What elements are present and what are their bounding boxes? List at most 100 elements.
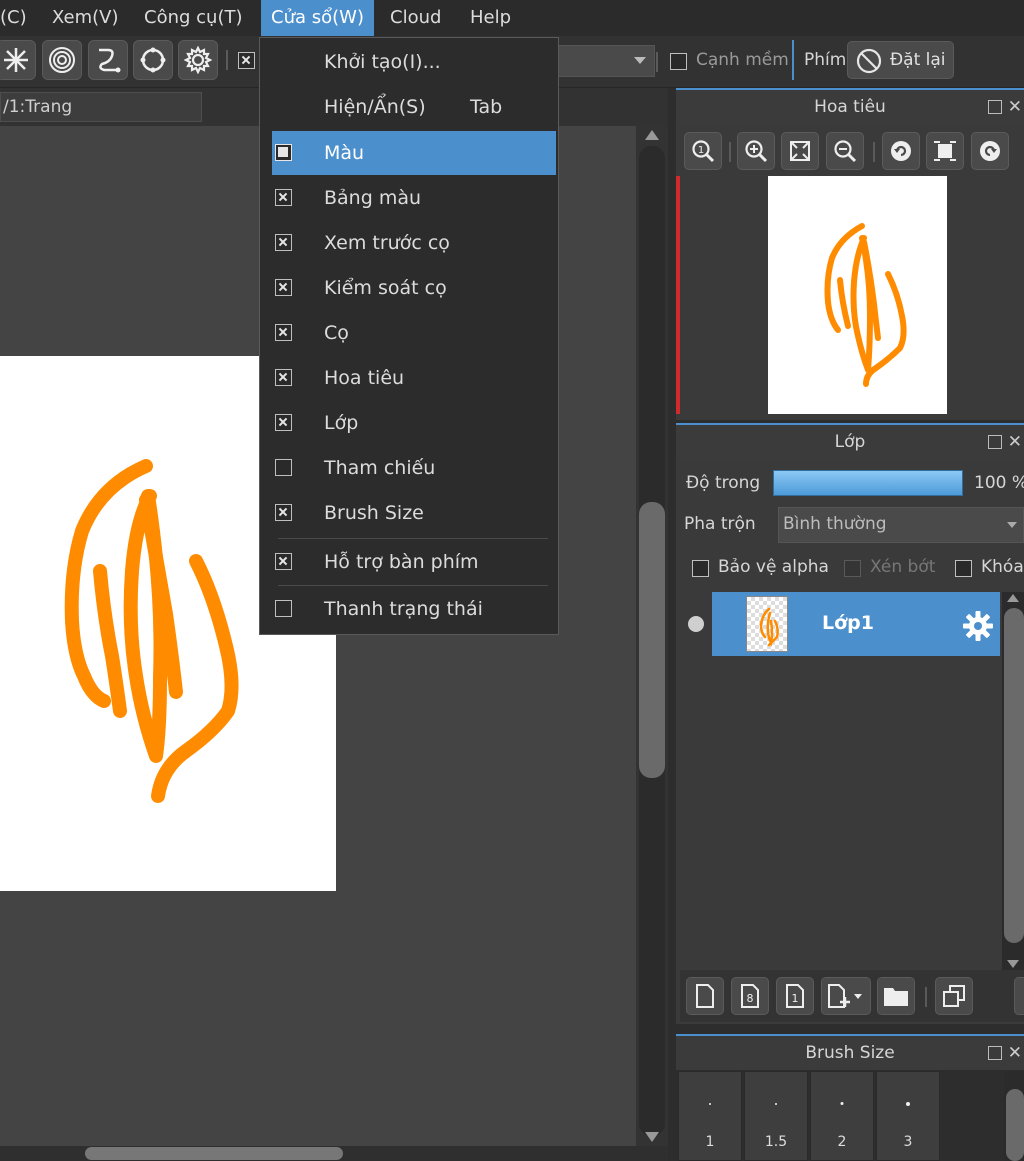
scroll-down-arrow-icon[interactable] [1007, 960, 1019, 968]
close-icon[interactable]: ✕ [1008, 425, 1022, 459]
layer-name[interactable]: Lớp1 [822, 612, 874, 634]
settings-button[interactable] [178, 40, 218, 80]
menu-item-brush[interactable]: Cọ [272, 311, 556, 355]
menu-item-show-hide[interactable]: Hiện/Ẩn(S) Tab [272, 85, 556, 129]
new-1bit-layer-button[interactable]: 1 [776, 977, 814, 1015]
navigator-title: Hoa tiêu [814, 97, 886, 117]
protect-alpha-checkbox[interactable] [692, 560, 709, 577]
popout-icon[interactable] [988, 100, 1002, 114]
opacity-label: Độ trong [686, 473, 761, 493]
brush-size-value: 3 [903, 1134, 913, 1150]
circle-guide-icon [140, 47, 166, 73]
curve-tool-button[interactable] [88, 40, 128, 80]
menu-item-color[interactable]: Màu [272, 131, 556, 175]
canvas-vertical-scrollbar[interactable] [636, 126, 668, 1146]
scroll-down-arrow-icon[interactable] [645, 1132, 659, 1142]
layer-visibility-toggle[interactable] [680, 592, 712, 656]
zoom-reset-button[interactable]: 1 [684, 132, 722, 170]
soft-edge-checkbox[interactable] [670, 53, 687, 70]
new-page-icon [696, 984, 714, 1008]
menu-item-keyboard-helper[interactable]: Hỗ trợ bàn phím [272, 540, 556, 584]
menu-window[interactable]: Cửa sổ(W) [261, 0, 374, 36]
soft-edge-label: Cạnh mềm [696, 50, 789, 70]
layer-settings-gear-icon[interactable] [962, 610, 994, 642]
blend-mode-select[interactable]: Bình thường [778, 507, 1024, 543]
concentric-tool-button[interactable] [42, 40, 82, 80]
menu-view[interactable]: Xem(V) [42, 0, 129, 36]
popout-icon[interactable] [988, 1046, 1002, 1060]
add-layer-icon [828, 984, 862, 1008]
brush-size-cell[interactable]: 3 [876, 1071, 940, 1161]
menu-item-brush-control[interactable]: Kiểm soát cọ [272, 266, 556, 310]
menu-item-initialize[interactable]: Khởi tạo(I)... [272, 40, 556, 84]
canvas-horizontal-scrollbar[interactable] [0, 1146, 668, 1161]
fit-button[interactable] [781, 132, 819, 170]
document-tab[interactable]: /1:Trang [0, 92, 202, 122]
menu-tools[interactable]: Công cụ(T) [134, 0, 252, 36]
symmetry-tool-button[interactable] [0, 40, 36, 80]
curve-icon [99, 48, 121, 73]
layer-scroll-thumb[interactable] [1004, 608, 1024, 943]
reset-label: Đặt lại [890, 50, 946, 70]
clipping-checkbox[interactable] [844, 560, 861, 577]
layer-panel-header: Lớp ✕ [676, 423, 1024, 459]
clipping-label: Xén bớt [870, 557, 936, 577]
brush-size-cell[interactable]: 1.5 [744, 1071, 808, 1161]
close-icon[interactable]: ✕ [1008, 90, 1022, 124]
lock-checkbox[interactable] [955, 560, 972, 577]
menu-edit[interactable]: (C) [0, 0, 37, 36]
menu-item-brush-preview[interactable]: Xem trước cọ [272, 221, 556, 265]
more-layer-button[interactable] [1014, 977, 1024, 1015]
opacity-slider[interactable] [773, 470, 963, 496]
close-icon[interactable]: ✕ [1008, 1036, 1022, 1070]
brush-scroll-thumb[interactable] [1006, 1089, 1024, 1161]
add-layer-menu-button[interactable] [821, 977, 871, 1015]
brush-size-cell[interactable]: 1 [678, 1071, 742, 1161]
toolbar-checkbox[interactable] [238, 52, 255, 69]
symmetry-icon [4, 48, 28, 72]
toolbar-separator [656, 52, 658, 72]
menu-item-checkbox [275, 459, 292, 476]
rotate-right-button[interactable] [971, 132, 1009, 170]
chevron-down-icon [1007, 522, 1017, 528]
rotate-left-button[interactable] [882, 132, 920, 170]
menu-item-label: Xem trước cọ [324, 232, 450, 254]
menu-divider [278, 538, 548, 539]
menu-item-reference[interactable]: Tham chiếu [272, 446, 556, 490]
duplicate-layer-button[interactable] [935, 977, 973, 1015]
new-layer-button[interactable] [686, 977, 724, 1015]
reset-button[interactable]: Đặt lại [847, 41, 954, 79]
brush-size-cell[interactable]: 2 [810, 1071, 874, 1161]
menu-cloud[interactable]: Cloud [380, 0, 451, 36]
toolbar-dropdown[interactable] [555, 45, 655, 77]
menu-item-checkbox [275, 414, 292, 431]
scroll-up-arrow-icon[interactable] [645, 130, 659, 140]
new-8bit-layer-button[interactable]: 8 [731, 977, 769, 1015]
zoom-in-button[interactable] [737, 132, 775, 170]
scroll-up-arrow-icon[interactable] [1007, 594, 1019, 602]
menu-item-label: Lớp [324, 412, 359, 434]
menu-item-checkbox [275, 553, 292, 570]
brush-size-value: 1.5 [764, 1134, 788, 1150]
fullscreen-button[interactable] [926, 132, 964, 170]
new-folder-button[interactable] [877, 977, 915, 1015]
gear-icon [184, 46, 212, 74]
scroll-thumb[interactable] [639, 502, 665, 778]
menu-item-navigator[interactable]: Hoa tiêu [272, 356, 556, 400]
zoom-out-button[interactable] [826, 132, 864, 170]
menu-item-palette[interactable]: Bảng màu [272, 176, 556, 220]
brush-size-scrollbar[interactable] [1004, 1071, 1024, 1161]
brush-size-value: 1 [705, 1134, 715, 1150]
menu-item-brush-size[interactable]: Brush Size [272, 491, 556, 535]
ellipse-tool-button[interactable] [133, 40, 173, 80]
hscroll-thumb[interactable] [85, 1147, 343, 1160]
menu-divider [278, 585, 548, 586]
layer-list-scrollbar[interactable] [1002, 592, 1024, 970]
menu-help[interactable]: Help [460, 0, 521, 36]
menu-item-status-bar[interactable]: Thanh trạng thái [272, 587, 556, 631]
menu-item-shortcut: Tab [470, 96, 503, 118]
popout-icon[interactable] [988, 435, 1002, 449]
menu-item-layer[interactable]: Lớp [272, 401, 556, 445]
opacity-value: 100 % [974, 473, 1024, 493]
navigator-preview[interactable] [768, 176, 947, 414]
